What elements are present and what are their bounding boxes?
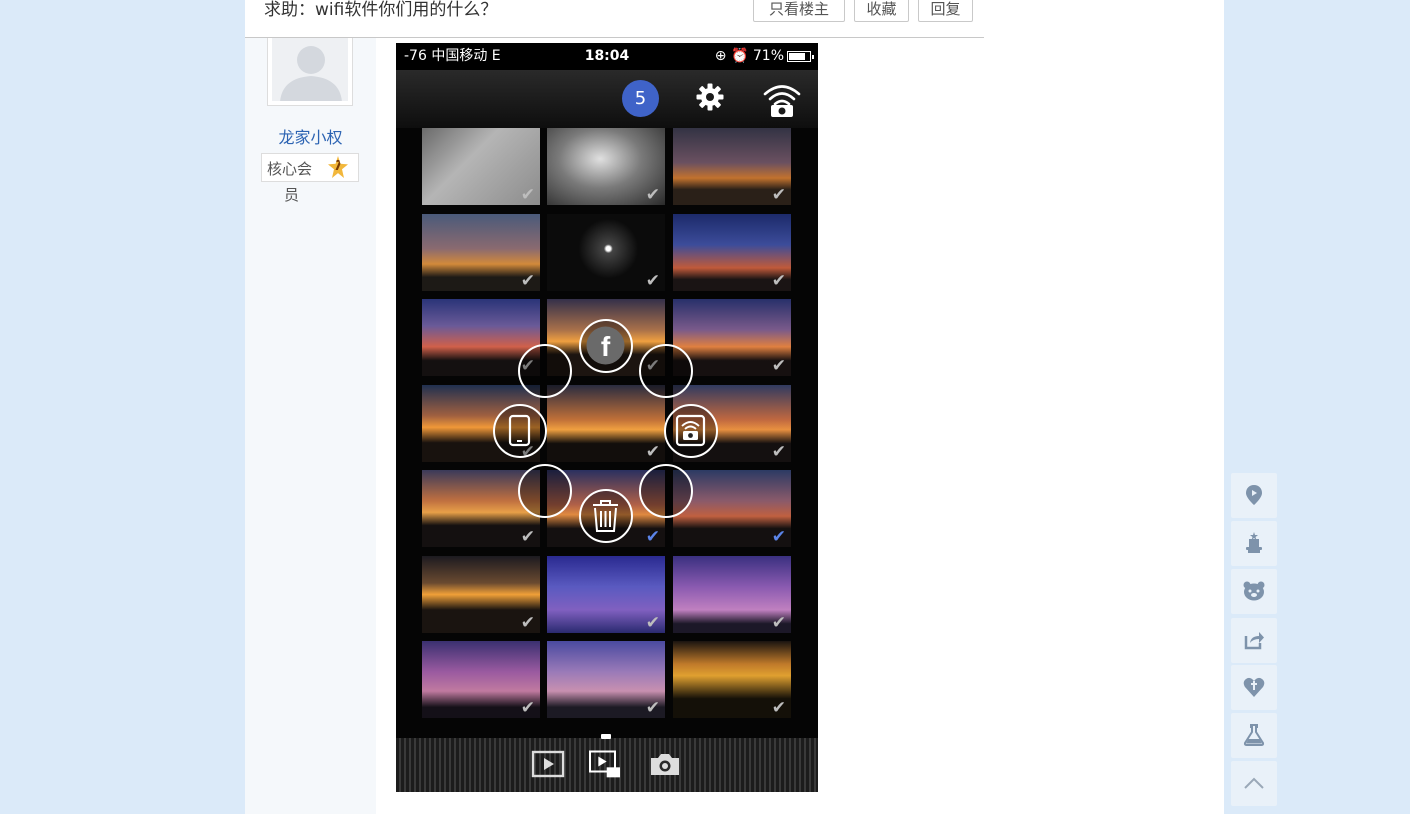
delete-button[interactable] (579, 489, 633, 543)
status-icons: ⊕ ⏰ 71% (715, 43, 784, 70)
location-pin-icon (1246, 485, 1262, 505)
battery-icon (787, 51, 814, 62)
checkmark-icon: ✔ (645, 441, 660, 462)
send-wifi-camera-button[interactable] (664, 404, 718, 458)
checkmark-icon: ✔ (645, 527, 660, 547)
checkmark-icon: ✔ (520, 527, 535, 547)
favorite-heart-button[interactable] (1231, 665, 1277, 710)
photo-thumbnail[interactable]: ✔ (422, 128, 540, 205)
bear-icon (1243, 581, 1265, 601)
photo-thumbnail[interactable]: ✔ (547, 213, 665, 291)
level-badge-icon: 7 (328, 156, 348, 178)
checkmark-icon: ✔ (771, 698, 786, 718)
selected-count-badge[interactable]: 5 (622, 80, 659, 117)
heart-icon (1243, 677, 1265, 697)
play-icon[interactable] (531, 749, 565, 779)
trash-icon (593, 500, 618, 532)
radial-empty-button[interactable] (518, 344, 572, 398)
member-level: 核心会 7 (261, 153, 359, 182)
checkmark-icon: ✔ (520, 698, 535, 718)
facebook-icon: f (586, 326, 625, 365)
slideshow-icon[interactable] (588, 749, 622, 779)
app-toolbar: 5 (396, 70, 818, 128)
lock-rotation-icon: ⊕ (714, 48, 727, 64)
wifi-camera-icon[interactable] (762, 80, 802, 118)
checkmark-icon: ✔ (771, 185, 786, 205)
phone-status-bar: -76 中国移动 E 18:04 ⊕ ⏰ 71% (396, 43, 818, 70)
only-op-button[interactable]: 只看楼主 (753, 0, 845, 22)
radial-empty-button[interactable] (639, 464, 693, 518)
location-button[interactable] (1231, 473, 1277, 518)
checkmark-icon: ✔ (645, 698, 660, 718)
photo-grid: ✔ ✔ ✔ ✔ ✔ ✔ ✔ ✔ ✔ ✔ ✔ ✔ ✔ ✔ ✔ ✔ ✔ ✔ ✔ ✔ ✔ (396, 128, 818, 738)
checkmark-icon: ✔ (771, 270, 786, 291)
avatar[interactable] (267, 38, 353, 106)
post-header: 求助：wifi软件你们用的什么？ 只看楼主 收藏 回复 (245, 0, 984, 38)
checkmark-icon: ✔ (771, 441, 786, 462)
photo-thumbnail[interactable]: ✔ (673, 641, 791, 718)
photo-thumbnail[interactable]: ✔ (547, 128, 665, 205)
back-to-top-button[interactable] (1231, 761, 1277, 806)
photo-thumbnail[interactable]: ✔ (547, 384, 665, 462)
page-indicator (601, 734, 611, 739)
share-button[interactable] (1231, 618, 1277, 663)
gear-icon[interactable] (696, 83, 724, 111)
bear-button[interactable] (1231, 569, 1277, 614)
checkmark-icon: ✔ (771, 356, 786, 376)
share-icon (1244, 632, 1264, 650)
checkmark-icon: ✔ (520, 270, 535, 291)
photo-thumbnail[interactable]: ✔ (422, 641, 540, 718)
svg-text:f: f (601, 331, 611, 362)
checkmark-icon: ✔ (520, 185, 535, 205)
photo-thumbnail[interactable]: ✔ (547, 555, 665, 633)
magic-button[interactable] (1231, 521, 1277, 566)
photo-thumbnail[interactable]: ✔ (673, 555, 791, 633)
checkmark-icon: ✔ (645, 612, 660, 633)
photo-thumbnail[interactable]: ✔ (547, 641, 665, 718)
save-to-phone-button[interactable] (493, 404, 547, 458)
checkmark-icon: ✔ (520, 612, 535, 633)
member-level-label-cont: 员 (284, 186, 300, 204)
back-to-top-icon (1244, 777, 1264, 789)
app-bottom-bar (396, 738, 818, 792)
lab-button[interactable] (1231, 713, 1277, 758)
checkmark-icon: ✔ (645, 270, 660, 291)
author-panel: 龙家小权 核心会 7 员 (245, 38, 376, 814)
wifi-camera-icon (675, 414, 706, 447)
default-avatar-icon (280, 46, 342, 101)
alarm-icon: ⏰ (730, 48, 749, 64)
photo-thumbnail[interactable]: ✔ (422, 555, 540, 633)
photo-thumbnail[interactable]: ✔ (673, 213, 791, 291)
photo-thumbnail[interactable]: ✔ (422, 213, 540, 291)
checkmark-icon: ✔ (771, 527, 786, 547)
photo-thumbnail[interactable]: ✔ (673, 128, 791, 205)
camera-icon[interactable] (648, 749, 682, 779)
battery-percent: 71% (752, 48, 784, 64)
reply-button[interactable]: 回复 (918, 0, 973, 22)
phone-icon (508, 414, 531, 447)
author-name[interactable]: 龙家小权 (245, 124, 376, 148)
magic-hat-icon (1246, 532, 1262, 553)
checkmark-icon: ✔ (645, 185, 660, 205)
checkmark-icon: ✔ (771, 612, 786, 633)
flask-icon (1243, 724, 1265, 746)
member-level-label: 核心会 (267, 160, 313, 178)
favorite-button[interactable]: 收藏 (854, 0, 909, 22)
radial-empty-button[interactable] (518, 464, 572, 518)
share-facebook-button[interactable]: f (579, 319, 633, 373)
post-title: 求助：wifi软件你们用的什么？ (264, 0, 498, 20)
post-image: -76 中国移动 E 18:04 ⊕ ⏰ 71% 5 ✔ ✔ ✔ ✔ ✔ ✔ ✔… (396, 43, 818, 792)
radial-empty-button[interactable] (639, 344, 693, 398)
